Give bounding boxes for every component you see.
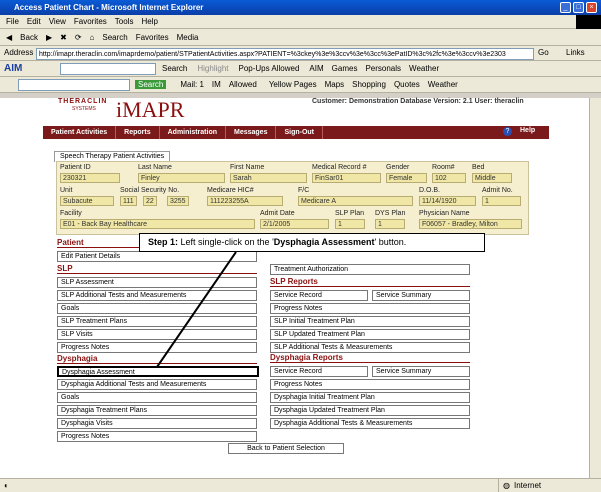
callout-pointer-line [156, 251, 237, 368]
callout-bold: Dysphagia Assessment [273, 237, 375, 247]
callout-text-1: Left single-click on the ' [178, 237, 274, 247]
callout-step: Step 1: [148, 237, 179, 247]
instruction-callout: Step 1: Left single-click on the 'Dyspha… [139, 233, 485, 252]
callout-text-2: ' button. [374, 237, 407, 247]
